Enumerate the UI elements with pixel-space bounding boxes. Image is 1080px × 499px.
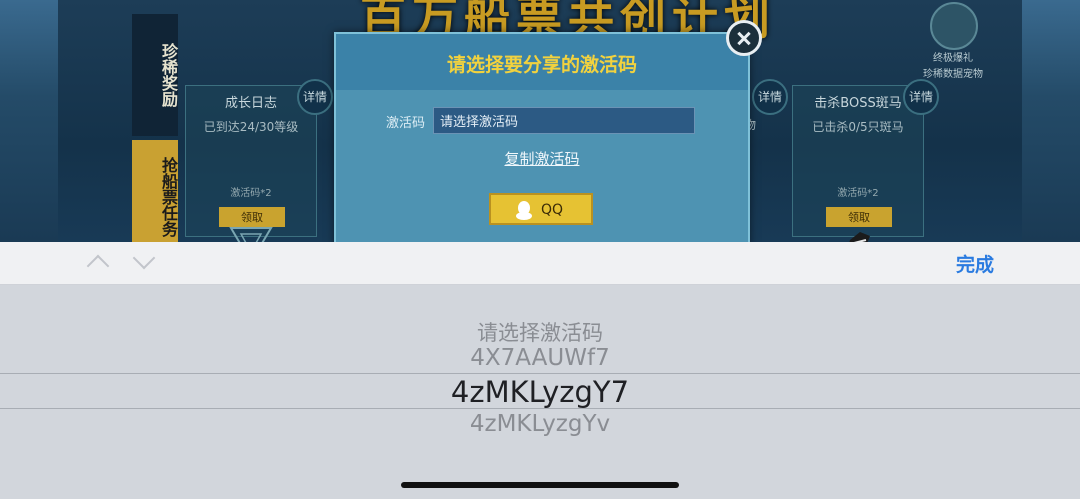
task-reward: 激活码*2 <box>837 188 879 199</box>
home-indicator[interactable] <box>401 482 679 488</box>
picker-option[interactable]: 4zMKLyzgYv <box>0 411 1080 437</box>
task-progress: 已到达24/30等级 <box>203 120 299 134</box>
ultimate-reward-desc: 珍稀数据宠物 <box>923 69 983 80</box>
tab-ticket-tasks[interactable]: 抢船票任务 <box>132 140 178 242</box>
task-progress: 已击杀0/5只斑马 <box>812 120 904 134</box>
picker-option[interactable]: 4X7AAUWf7 <box>0 345 1080 371</box>
claim-button[interactable]: 领取 <box>219 207 285 227</box>
qq-penguin-icon <box>516 201 532 220</box>
close-icon[interactable] <box>726 20 762 56</box>
level-emblem-icon <box>229 227 273 242</box>
chevron-up-icon[interactable] <box>86 254 110 278</box>
selection-divider <box>0 408 1080 409</box>
picker-toolbar: 完成 <box>0 242 1080 285</box>
task-reward: 激活码*2 <box>230 188 272 199</box>
code-label: 激活码 <box>386 116 426 131</box>
share-code-dialog: 请选择要分享的激活码 激活码 复制激活码 QQ <box>334 32 750 242</box>
dialog-header: 请选择要分享的激活码 <box>336 34 748 90</box>
tab-rare-rewards[interactable]: 珍稀奖励 <box>132 14 178 136</box>
copy-code-link[interactable]: 复制激活码 <box>336 148 748 169</box>
zebra-icon <box>849 232 870 242</box>
code-select-input[interactable] <box>433 107 695 134</box>
share-qq-button[interactable]: QQ <box>489 193 593 225</box>
picker-option-selected[interactable]: 4zMKLyzgY7 <box>0 375 1080 409</box>
chevron-down-icon[interactable] <box>132 246 156 270</box>
code-picker-wheel[interactable]: 请选择激活码 4X7AAUWf7 4zMKLyzgY7 4zMKLyzgYv <box>0 285 1080 499</box>
picker-option[interactable]: 请选择激活码 <box>0 317 1080 347</box>
selection-divider <box>0 373 1080 374</box>
game-background: 百万船票共创计划 珍稀奖励 抢船票任务 成长日志 已到达24/30等级 激活码*… <box>0 0 1080 242</box>
done-button[interactable]: 完成 <box>956 250 994 277</box>
qq-button-label: QQ <box>541 202 564 218</box>
detail-button[interactable]: 详情 <box>903 79 939 115</box>
ultimate-reward-label: 终极爆礼 <box>933 53 973 64</box>
task-card-growth-log: 成长日志 已到达24/30等级 激活码*2 领取 <box>185 85 317 242</box>
dialog-title: 请选择要分享的激活码 <box>446 54 637 76</box>
claim-button[interactable]: 领取 <box>826 207 892 227</box>
task-card-kill-boss-zebra: 击杀BOSS斑马 已击杀0/5只斑马 激活码*2 领取 <box>792 85 924 242</box>
detail-button[interactable]: 详情 <box>752 79 788 115</box>
detail-button[interactable]: 详情 <box>297 79 333 115</box>
ultimate-reward-pet-icon[interactable] <box>930 2 978 50</box>
